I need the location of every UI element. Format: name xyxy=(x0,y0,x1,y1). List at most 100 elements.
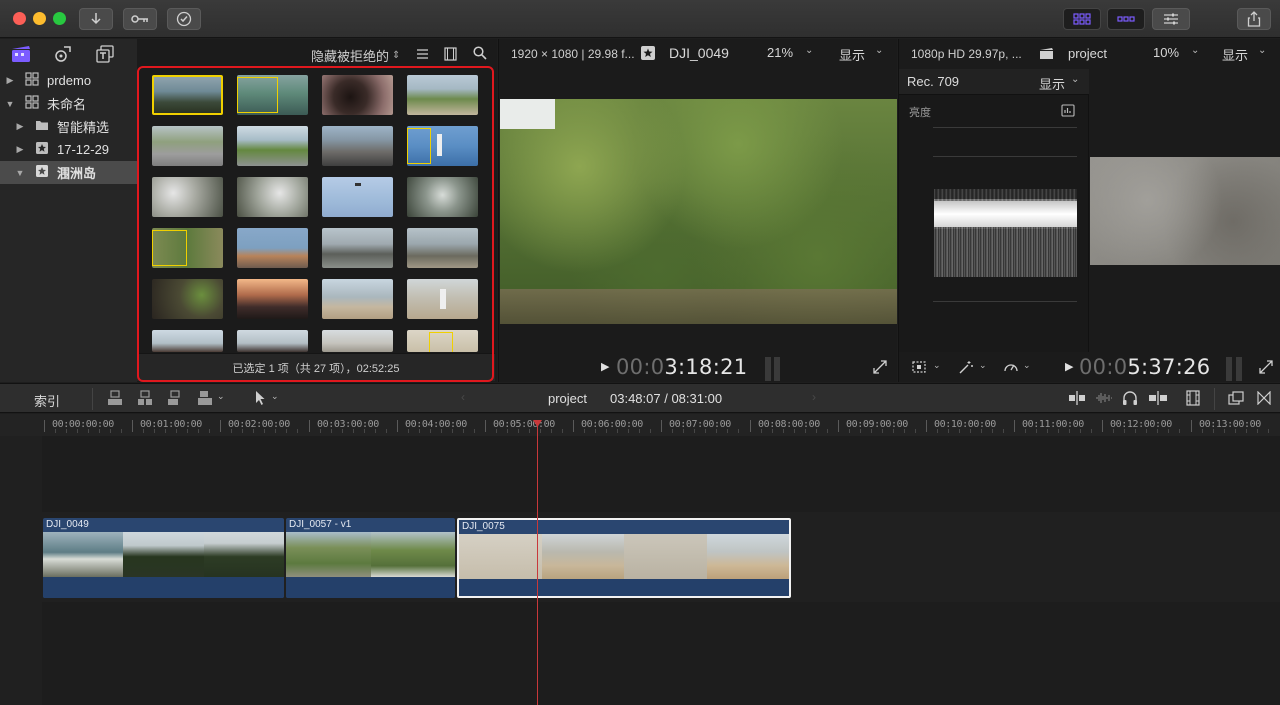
zoom-window-button[interactable] xyxy=(53,12,66,25)
scope-display-dropdown[interactable]: 显示 ⌄ xyxy=(1039,74,1079,93)
clip-thumbnail-sand-frame[interactable] xyxy=(407,330,478,352)
titles-generators-tab[interactable] xyxy=(95,44,115,67)
play-button[interactable]: ▶ xyxy=(601,360,609,373)
clip-thumbnail-beach-walk[interactable] xyxy=(407,279,478,319)
clip-audio xyxy=(459,579,789,596)
clip-thumbnail-sky-blue[interactable] xyxy=(322,177,393,217)
view-options-dropdown[interactable]: 显示 ⌄ xyxy=(1222,45,1266,64)
enhance-button[interactable] xyxy=(958,360,974,377)
clip-thumbnail-blur-dark[interactable] xyxy=(322,75,393,115)
viewer-frame[interactable] xyxy=(500,99,897,324)
connect-icon xyxy=(108,390,122,405)
ruler-tick xyxy=(1014,420,1015,432)
skimming-button[interactable] xyxy=(1068,391,1086,408)
timeline-layout-button[interactable] xyxy=(1107,8,1145,30)
display-label: 显示 xyxy=(1039,77,1066,92)
clip-thumbnail-rocks-white2[interactable] xyxy=(237,177,308,217)
filmstrip-view-button[interactable] xyxy=(444,47,457,64)
ruler-minor-tick xyxy=(1179,429,1180,433)
keywords-button[interactable] xyxy=(123,8,157,30)
append-clip-button[interactable] xyxy=(166,389,184,410)
background-tasks-button[interactable] xyxy=(167,8,201,30)
clip-thumbnail-lagoon[interactable] xyxy=(237,75,308,115)
clip-thumbnail-sea-rocks[interactable] xyxy=(152,75,223,115)
clip-thumbnail-road-person[interactable] xyxy=(152,126,223,166)
sidebar-item-prdemo[interactable]: ▶ prdemo xyxy=(0,69,137,92)
clip-filmstrip xyxy=(286,532,455,577)
audio-skimming-button[interactable] xyxy=(1095,391,1113,408)
sidebar-item-event-171229[interactable]: ▶ 17-12-29 xyxy=(0,138,137,161)
clip-thumbnail-rocks-sea[interactable] xyxy=(407,177,478,217)
retime-button[interactable] xyxy=(1003,360,1019,377)
zoom-dropdown[interactable]: 21% ⌄ xyxy=(767,45,813,60)
clip-thumbnail-girl-hat[interactable] xyxy=(152,330,223,352)
viewer-timecode[interactable]: 00:03:18:21 xyxy=(616,355,747,379)
tools-button[interactable] xyxy=(254,390,266,409)
clip-thumbnail-statue-beach[interactable] xyxy=(237,228,308,268)
clip-thumbnail-green-cliff[interactable] xyxy=(152,228,223,268)
clip-thumbnail-sand-shore[interactable] xyxy=(322,330,393,352)
snapping-button[interactable] xyxy=(1148,391,1168,408)
search-icon xyxy=(473,46,487,60)
browser-search-button[interactable] xyxy=(473,46,487,63)
clip-thumbnail-cave[interactable] xyxy=(152,279,223,319)
clip-thumbnail-rock-shore[interactable] xyxy=(407,228,478,268)
libraries-tab[interactable] xyxy=(10,44,32,67)
clip-thumbnail-rocks-white[interactable] xyxy=(152,177,223,217)
browser-layout-button[interactable] xyxy=(1063,8,1101,30)
close-window-button[interactable] xyxy=(13,12,26,25)
zoom-level: 10% xyxy=(1153,45,1180,60)
sidebar-item-smart-collections[interactable]: ▶ 智能精选 xyxy=(0,115,137,138)
photos-audio-tab[interactable] xyxy=(53,44,73,67)
share-button[interactable] xyxy=(1237,8,1271,30)
timeline-ruler[interactable]: 00:00:00:00 00:01:00:00 00:02:00:00 00:03:0… xyxy=(0,414,1280,436)
clip-appearance-button[interactable] xyxy=(1186,390,1200,409)
overwrite-clip-button[interactable] xyxy=(196,389,214,410)
ruler-label: 00:08:00:00 xyxy=(758,419,820,430)
clip-thumbnail-beach-rocks[interactable] xyxy=(322,228,393,268)
clip-thumbnail-road-empty[interactable] xyxy=(237,126,308,166)
skimming-icon xyxy=(1069,391,1085,405)
clip-thumbnail-sunset[interactable] xyxy=(237,279,308,319)
play-button[interactable]: ▶ xyxy=(1065,360,1073,373)
minimize-window-button[interactable] xyxy=(33,12,46,25)
project-viewer-frame[interactable] xyxy=(1090,157,1280,265)
playhead[interactable] xyxy=(537,420,538,705)
back-button[interactable]: ‹ xyxy=(461,390,465,404)
key-icon xyxy=(131,15,148,23)
clip-thumbnail-beach-person[interactable] xyxy=(322,279,393,319)
transitions-browser-button[interactable] xyxy=(1257,390,1271,408)
transform-button[interactable] xyxy=(911,360,927,377)
fullscreen-button[interactable] xyxy=(873,360,887,377)
timeline-project-name: project xyxy=(548,391,588,406)
ruler-tick xyxy=(309,420,310,432)
effects-browser-button[interactable] xyxy=(1228,391,1244,408)
project-timecode[interactable]: 00:05:37:26 xyxy=(1079,355,1210,379)
index-button[interactable]: 索引 xyxy=(34,391,60,410)
clip-thumbnail-village-roofs[interactable] xyxy=(322,126,393,166)
inspector-button[interactable] xyxy=(1152,8,1190,30)
timeline-clip-selected[interactable]: DJI_0075 xyxy=(457,518,791,598)
clip-appearance-button[interactable] xyxy=(416,48,429,63)
solo-button[interactable] xyxy=(1122,390,1138,409)
clip-thumbnail-road-green[interactable] xyxy=(407,75,478,115)
scope-settings-button[interactable] xyxy=(1061,104,1075,120)
forward-button[interactable]: › xyxy=(812,390,816,404)
ruler-tick xyxy=(44,420,45,432)
import-button[interactable] xyxy=(79,8,113,30)
timeline-clip[interactable]: DJI_0057 - v1 xyxy=(286,518,455,598)
filter-dropdown[interactable]: 隐藏被拒绝的 ⇕ xyxy=(311,46,400,65)
zoom-dropdown[interactable]: 10% ⌄ xyxy=(1153,45,1199,60)
insert-clip-button[interactable] xyxy=(136,389,154,410)
bowtie-icon xyxy=(1257,390,1271,406)
clip-thumbnail-lighthouse[interactable] xyxy=(407,126,478,166)
connect-clip-button[interactable] xyxy=(106,389,124,410)
scope-settings-icon xyxy=(1061,104,1075,117)
view-options-dropdown[interactable]: 显示 ⌄ xyxy=(839,45,883,64)
fullscreen-button[interactable] xyxy=(1259,360,1273,377)
chevron-down-icon: ⌄ xyxy=(1071,74,1080,85)
clip-thumbnail-girl-hat2[interactable] xyxy=(237,330,308,352)
sidebar-item-unnamed[interactable]: ▼ 未命名 xyxy=(0,92,137,115)
timeline-clip[interactable]: DJI_0049 xyxy=(43,518,284,598)
sidebar-item-weizhou-island[interactable]: ▼ 涠洲岛 xyxy=(0,161,137,184)
